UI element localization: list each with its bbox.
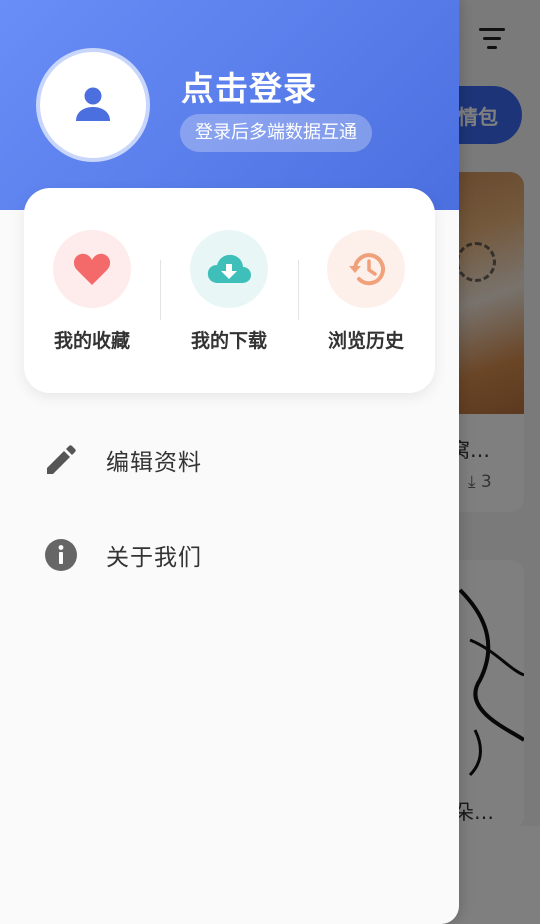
login-title[interactable]: 点击登录 — [181, 62, 317, 110]
quick-action-label: 浏览历史 — [327, 330, 404, 352]
drawer-header: 点击登录 登录后多端数据互通 — [0, 0, 459, 210]
quick-action-history[interactable]: 浏览历史 — [298, 230, 434, 353]
favorites-icon-circle — [53, 230, 131, 308]
user-icon — [76, 87, 110, 121]
navigation-drawer: 点击登录 登录后多端数据互通 我的收藏 我的下载 浏览历史 编辑资料 关于我们 — [0, 0, 459, 924]
quick-action-label: 我的下载 — [190, 330, 267, 352]
pencil-icon — [44, 443, 78, 477]
avatar[interactable] — [36, 48, 150, 162]
quick-action-label: 我的收藏 — [53, 330, 130, 352]
cloud-download-icon — [207, 254, 251, 283]
menu-item-label: 编辑资料 — [106, 450, 202, 476]
history-icon — [349, 253, 385, 286]
quick-action-downloads[interactable]: 我的下载 — [161, 230, 297, 353]
history-icon-circle — [327, 230, 405, 308]
info-icon — [44, 538, 78, 572]
heart-icon — [73, 253, 111, 285]
menu-item-about-us[interactable]: 关于我们 — [0, 519, 459, 591]
quick-action-favorites[interactable]: 我的收藏 — [24, 230, 160, 353]
login-subtitle-badge: 登录后多端数据互通 — [180, 114, 372, 152]
downloads-icon-circle — [190, 230, 268, 308]
menu-item-label: 关于我们 — [106, 545, 202, 571]
quick-actions-card: 我的收藏 我的下载 浏览历史 — [24, 188, 435, 393]
menu-item-edit-profile[interactable]: 编辑资料 — [0, 424, 459, 496]
